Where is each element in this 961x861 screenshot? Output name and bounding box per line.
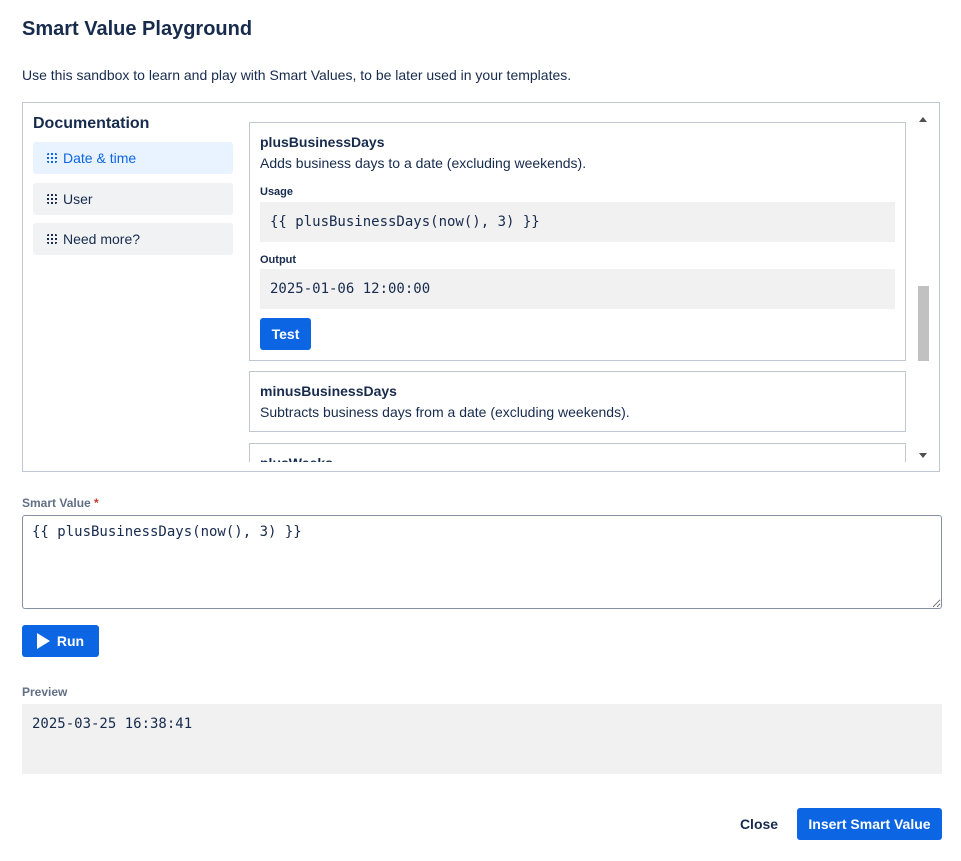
nav-item-label: User bbox=[63, 191, 93, 207]
function-list[interactable]: plusBusinessDays Adds business days to a… bbox=[249, 122, 906, 462]
function-description: Subtracts business days from a date (exc… bbox=[260, 404, 630, 420]
usage-code: {{ plusBusinessDays(now(), 3) }} bbox=[260, 202, 895, 242]
play-icon bbox=[36, 633, 50, 649]
preview-output: 2025-03-25 16:38:41 bbox=[22, 704, 942, 774]
function-name: plusBusinessDays bbox=[260, 134, 385, 150]
function-card-minusbusinessdays: minusBusinessDays Subtracts business day… bbox=[249, 371, 906, 432]
output-code: 2025-01-06 12:00:00 bbox=[260, 269, 895, 309]
output-label: Output bbox=[260, 254, 297, 266]
usage-label: Usage bbox=[260, 186, 294, 198]
function-description: Adds business days to a date (excluding … bbox=[260, 155, 587, 171]
focus-icon bbox=[47, 153, 57, 163]
nav-item-need-more[interactable]: Need more? bbox=[33, 223, 233, 255]
focus-icon bbox=[47, 234, 57, 244]
run-button-label: Run bbox=[56, 633, 85, 649]
smart-value-input[interactable]: {{ plusBusinessDays(now(), 3) }} bbox=[22, 515, 942, 609]
documentation-heading: Documentation bbox=[33, 115, 150, 132]
close-button[interactable]: Close bbox=[728, 808, 790, 840]
documentation-panel: Documentation Date & time User Need more… bbox=[22, 102, 940, 472]
scrollbar[interactable] bbox=[916, 113, 930, 463]
nav-item-user[interactable]: User bbox=[33, 183, 233, 215]
insert-smart-value-button[interactable]: Insert Smart Value bbox=[797, 808, 942, 840]
function-name: minusBusinessDays bbox=[260, 383, 397, 399]
dialog-subtitle: Use this sandbox to learn and play with … bbox=[22, 67, 572, 83]
dialog-title: Smart Value Playground bbox=[22, 18, 253, 40]
scroll-up-icon[interactable] bbox=[919, 117, 927, 122]
scrollbar-thumb[interactable] bbox=[918, 286, 929, 361]
function-card-plusweeks: plusWeeks bbox=[249, 443, 906, 462]
nav-item-label: Need more? bbox=[63, 231, 141, 247]
required-marker: * bbox=[94, 496, 99, 510]
scroll-down-icon[interactable] bbox=[919, 453, 927, 458]
function-card-plusbusinessdays: plusBusinessDays Adds business days to a… bbox=[249, 122, 906, 361]
function-name: plusWeeks bbox=[260, 455, 333, 462]
smart-value-label-text: Smart Value bbox=[22, 496, 91, 510]
focus-icon bbox=[47, 194, 57, 204]
nav-item-label: Date & time bbox=[63, 150, 137, 166]
nav-item-date-time[interactable]: Date & time bbox=[33, 142, 233, 174]
preview-label: Preview bbox=[22, 685, 68, 699]
run-button[interactable]: Run bbox=[22, 625, 99, 657]
test-button[interactable]: Test bbox=[260, 318, 311, 350]
smart-value-label: Smart Value * bbox=[22, 496, 99, 510]
